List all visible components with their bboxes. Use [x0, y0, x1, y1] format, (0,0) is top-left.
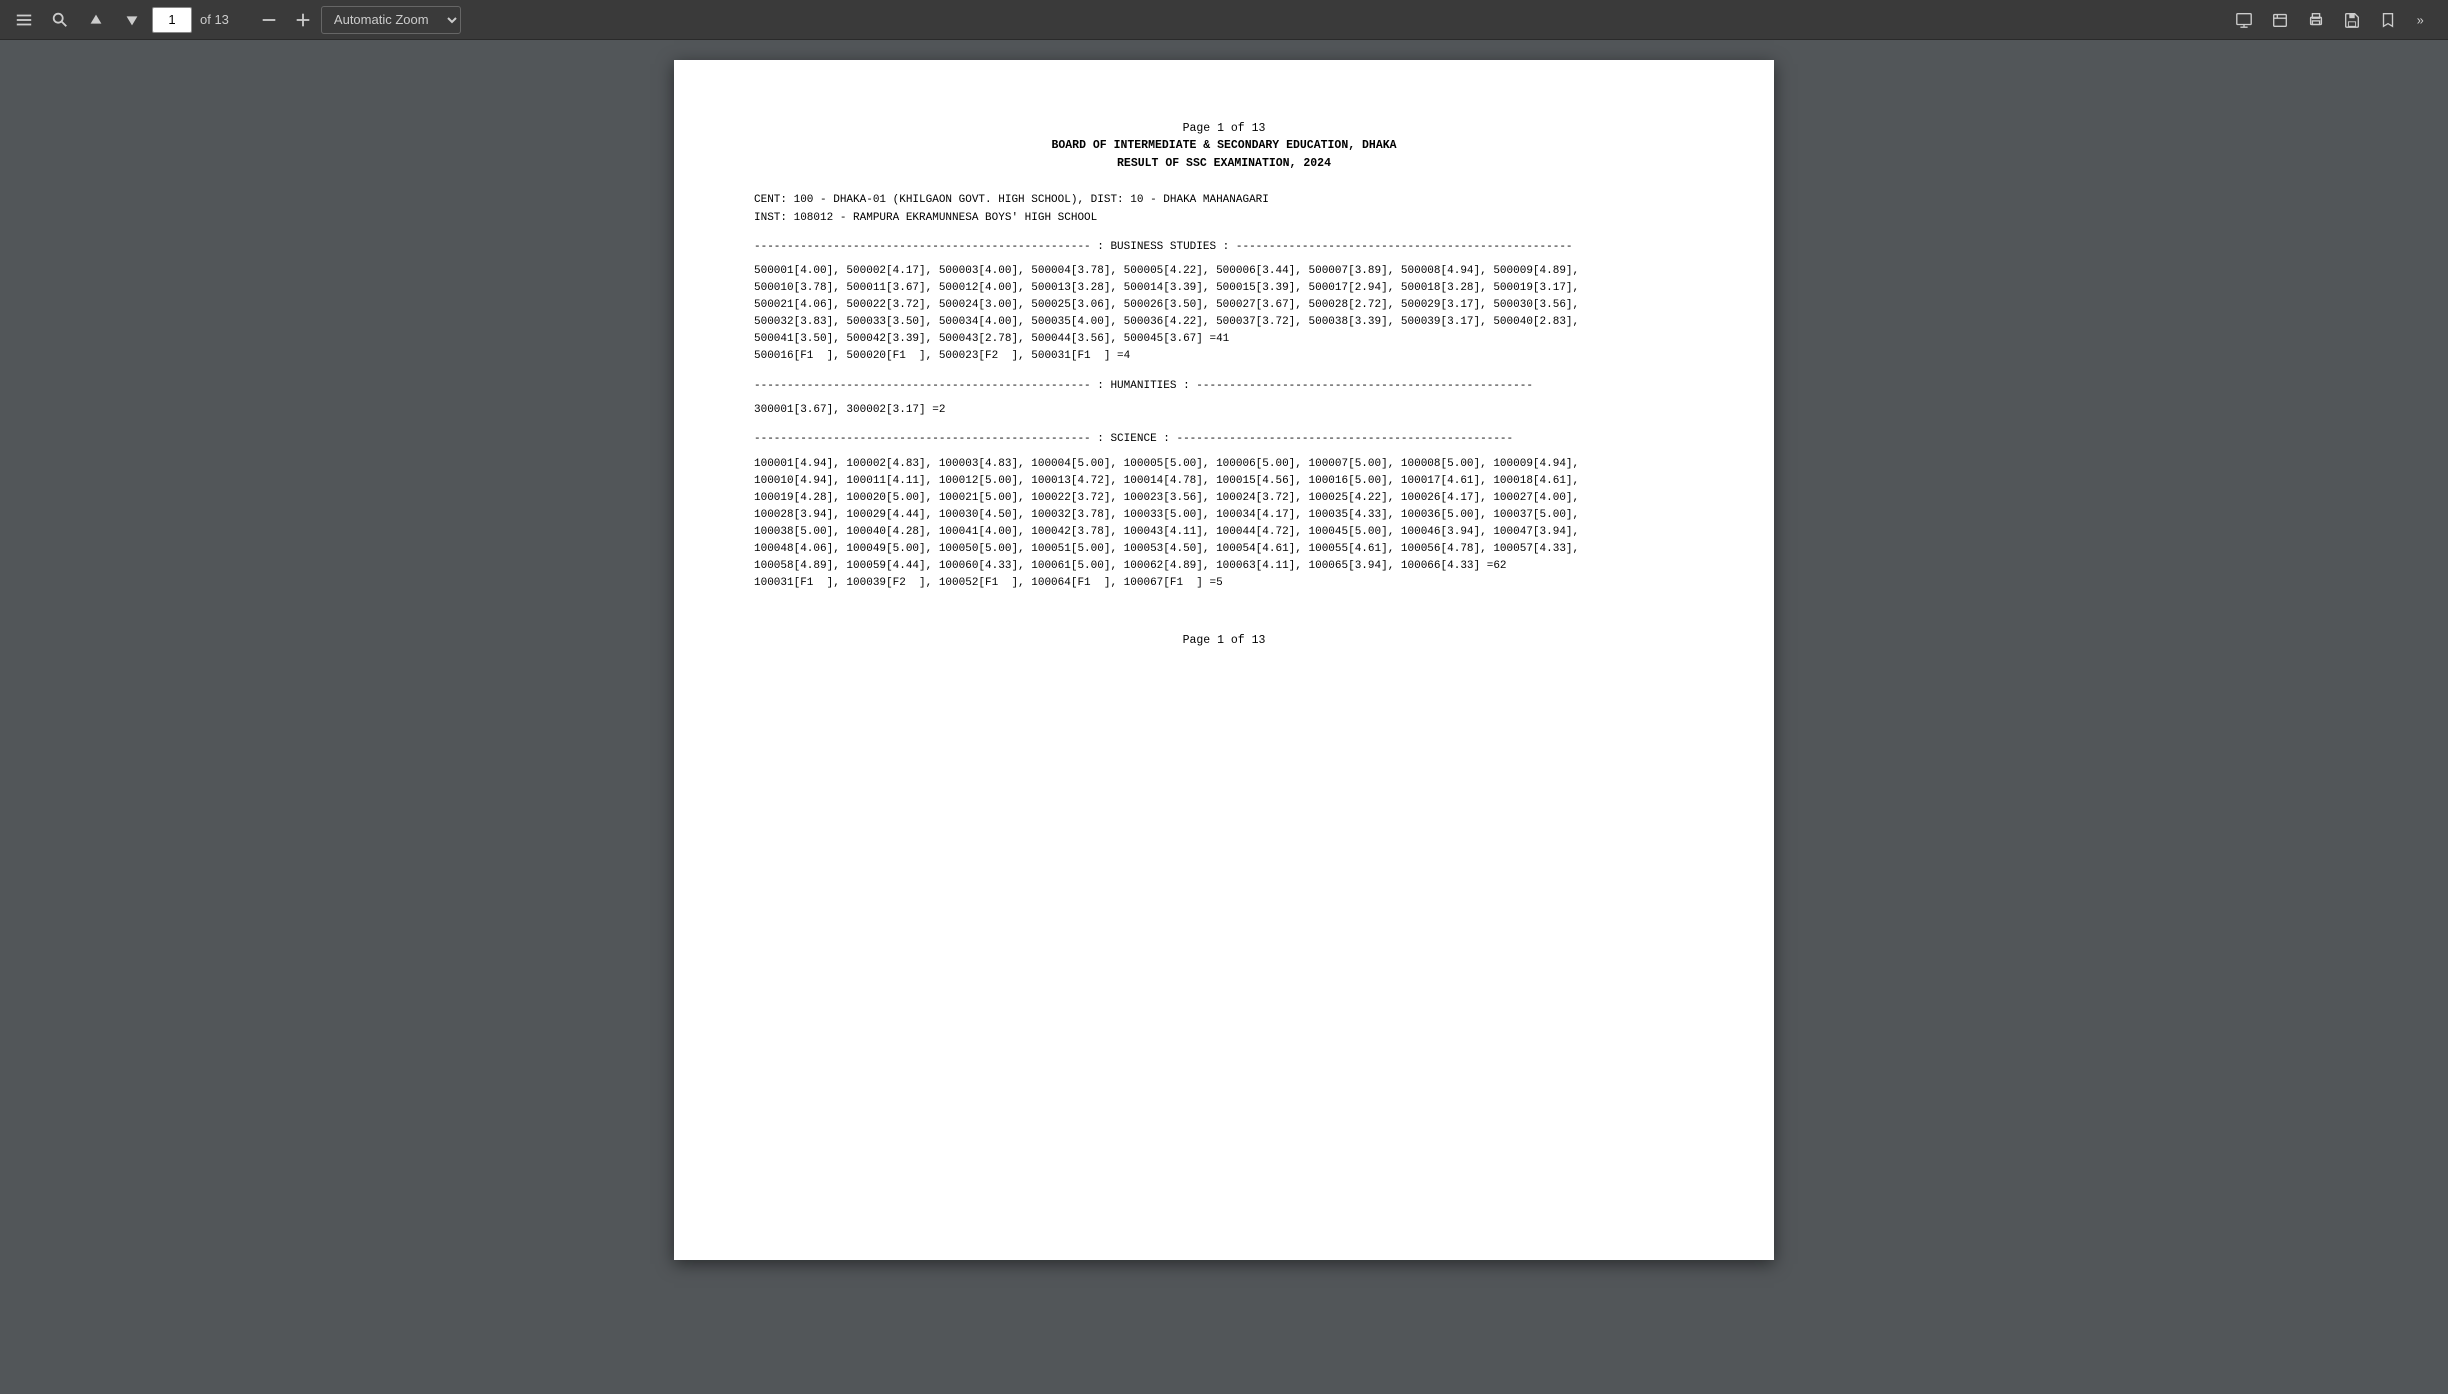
open-file-icon — [2271, 11, 2289, 29]
science-divider: ----------------------------------------… — [754, 431, 1694, 448]
plus-icon — [294, 11, 312, 29]
page-number-input[interactable]: Page 1 of 13 — [152, 7, 192, 33]
humanities-data: 300001[3.67], 300002[3.17] =2 — [754, 402, 1694, 419]
presentation-mode-button[interactable] — [2228, 4, 2260, 36]
chevron-right-icon: » — [2415, 11, 2433, 29]
arrow-up-icon — [87, 11, 105, 29]
toggle-sidebar-button[interactable] — [8, 4, 40, 36]
zoom-in-button[interactable] — [287, 4, 319, 36]
sidebar-icon — [15, 11, 33, 29]
toolbar-right: » — [2228, 4, 2440, 36]
save-button[interactable] — [2336, 4, 2368, 36]
page-num-top: Page 1 of 13 — [754, 120, 1694, 137]
open-file-button[interactable] — [2264, 4, 2296, 36]
board-title: BOARD OF INTERMEDIATE & SECONDARY EDUCAT… — [754, 137, 1694, 154]
bookmark-icon — [2379, 11, 2397, 29]
zoom-select[interactable]: Automatic Zoom Actual Size Page Fit Page… — [321, 6, 461, 34]
page-footer: Page 1 of 13 — [754, 632, 1694, 649]
pdf-page: Page 1 of 13 BOARD OF INTERMEDIATE & SEC… — [674, 60, 1774, 1260]
science-data: 100001[4.94], 100002[4.83], 100003[4.83]… — [754, 456, 1694, 592]
humanities-divider: ----------------------------------------… — [754, 378, 1694, 395]
toolbar: Page 1 of 13 of 13 Automatic Zoom Actual… — [0, 0, 2448, 40]
page-of-label: of 13 — [200, 12, 229, 27]
zoom-out-button[interactable] — [253, 4, 285, 36]
cent-info: CENT: 100 - DHAKA-01 (KHILGAON GOVT. HIG… — [754, 192, 1694, 209]
print-button[interactable] — [2300, 4, 2332, 36]
print-icon — [2307, 11, 2325, 29]
next-page-button[interactable] — [116, 4, 148, 36]
page-content: Page 1 of 13 BOARD OF INTERMEDIATE & SEC… — [754, 120, 1694, 649]
prev-page-button[interactable] — [80, 4, 112, 36]
svg-text:»: » — [2417, 13, 2424, 27]
presentation-icon — [2235, 11, 2253, 29]
inst-info: INST: 108012 - RAMPURA EKRAMUNNESA BOYS'… — [754, 210, 1694, 227]
business-studies-divider: ----------------------------------------… — [754, 239, 1694, 256]
search-button[interactable] — [44, 4, 76, 36]
bookmark-button[interactable] — [2372, 4, 2404, 36]
zoom-controls: Automatic Zoom Actual Size Page Fit Page… — [253, 4, 461, 36]
search-icon — [51, 11, 69, 29]
business-studies-data: 500001[4.00], 500002[4.17], 500003[4.00]… — [754, 263, 1694, 365]
minus-icon — [260, 11, 278, 29]
viewer-area: Page 1 of 13 BOARD OF INTERMEDIATE & SEC… — [0, 40, 2448, 1394]
exam-title: RESULT OF SSC EXAMINATION, 2024 — [754, 155, 1694, 172]
arrow-down-icon — [123, 11, 141, 29]
page-header: Page 1 of 13 BOARD OF INTERMEDIATE & SEC… — [754, 120, 1694, 172]
more-tools-button[interactable]: » — [2408, 4, 2440, 36]
save-icon — [2343, 11, 2361, 29]
